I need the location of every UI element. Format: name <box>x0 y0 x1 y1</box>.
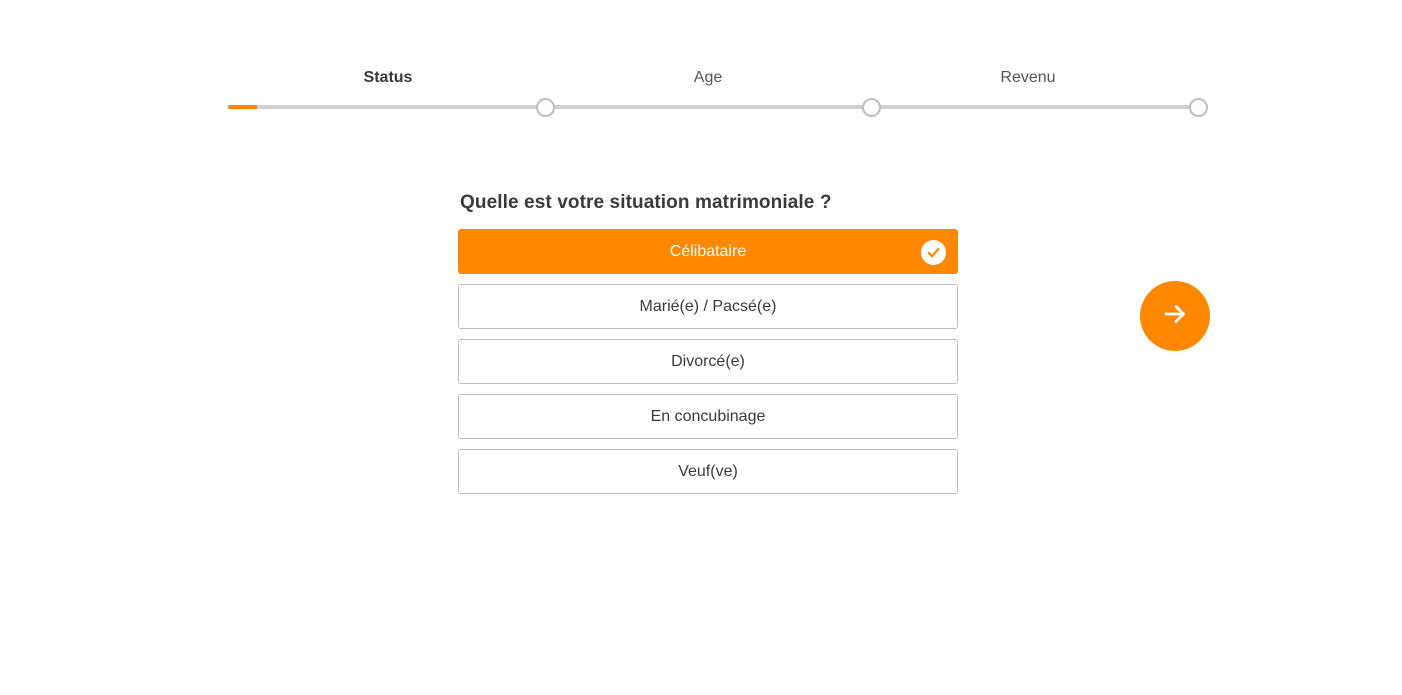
option-concubinage[interactable]: En concubinage <box>458 394 958 439</box>
progress-stepper: Status Age Revenu <box>228 60 1208 120</box>
option-label: En concubinage <box>650 407 766 425</box>
option-label: Célibataire <box>669 242 747 260</box>
answer-options: Célibataire Marié(e) / Pacsé(e) Divorcé(… <box>458 229 958 504</box>
option-label: Veuf(ve) <box>678 462 738 480</box>
option-celibataire[interactable]: Célibataire <box>458 229 958 274</box>
progress-track <box>228 105 1198 109</box>
step-label-status[interactable]: Status <box>288 69 488 87</box>
check-icon <box>921 240 946 265</box>
step-node-age[interactable] <box>862 98 881 117</box>
question-title: Quelle est votre situation matrimoniale … <box>460 192 832 213</box>
step-label-revenu[interactable]: Revenu <box>928 69 1128 87</box>
option-label: Marié(e) / Pacsé(e) <box>639 297 777 315</box>
questionnaire-page: Status Age Revenu Quelle est votre situa… <box>0 0 1402 695</box>
option-divorce[interactable]: Divorcé(e) <box>458 339 958 384</box>
progress-fill <box>228 105 258 109</box>
step-node-revenu[interactable] <box>1189 98 1208 117</box>
option-veuf[interactable]: Veuf(ve) <box>458 449 958 494</box>
step-node-status[interactable] <box>536 98 555 117</box>
option-marie-pacse[interactable]: Marié(e) / Pacsé(e) <box>458 284 958 329</box>
option-label: Divorcé(e) <box>671 352 745 370</box>
next-button[interactable] <box>1140 281 1210 351</box>
arrow-right-icon <box>1162 301 1188 332</box>
step-label-age[interactable]: Age <box>608 69 808 87</box>
